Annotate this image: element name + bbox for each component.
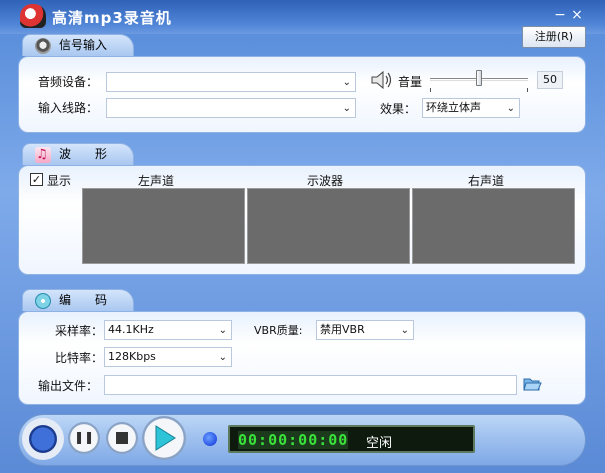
sample-rate-select[interactable]: 44.1KHz ⌄	[104, 320, 232, 340]
input-line-select[interactable]: ⌄	[106, 98, 356, 118]
app-logo-icon	[20, 4, 46, 28]
sample-rate-label: 采样率：	[55, 324, 104, 338]
chevron-down-icon: ⌄	[218, 352, 227, 363]
music-note-glyph: ♫	[36, 147, 48, 162]
pause-button[interactable]: ❚❚	[68, 422, 100, 454]
bitrate-label: 比特率：	[55, 351, 104, 365]
volume-slider-ticks	[430, 88, 528, 92]
window-title: 高清mp3录音机	[52, 9, 172, 27]
col-right-channel: 右声道	[468, 174, 505, 188]
tab-encode-label: 编 码	[59, 293, 108, 307]
volume-value: 50	[537, 71, 563, 89]
close-button[interactable]: ×	[568, 6, 586, 24]
tab-waveform[interactable]: ♫ 波 形	[22, 143, 134, 165]
status-indicator-dot	[203, 432, 217, 446]
chevron-down-icon: ⌄	[342, 103, 351, 114]
oscilloscope-display	[247, 188, 410, 264]
speaker-icon	[371, 70, 392, 90]
play-icon	[155, 425, 176, 451]
effect-label: 效果：	[380, 102, 417, 116]
lcd-display: 00:00:00:00 空闲	[228, 425, 475, 453]
timer-display: 00:00:00:00	[238, 431, 349, 449]
signal-input-panel	[18, 56, 586, 133]
chevron-down-icon: ⌄	[506, 103, 515, 114]
disc-icon	[35, 293, 51, 309]
play-button[interactable]	[142, 416, 186, 460]
stop-icon	[116, 432, 128, 444]
chevron-down-icon: ⌄	[218, 325, 227, 336]
minimize-button[interactable]: −	[551, 6, 569, 24]
sample-rate-value: 44.1KHz	[108, 323, 154, 336]
pause-icon: ❚❚	[73, 430, 95, 444]
audio-device-label: 音频设备：	[38, 75, 99, 89]
speaker-cone-icon	[35, 38, 51, 54]
register-button[interactable]: 注册(R)	[522, 26, 586, 48]
effect-value: 环绕立体声	[426, 101, 481, 114]
tab-signal-input-label: 信号输入	[59, 38, 108, 52]
volume-label: 音量	[398, 75, 423, 89]
record-button[interactable]	[22, 418, 64, 460]
volume-slider-thumb[interactable]	[476, 70, 482, 86]
tab-signal-input[interactable]: 信号输入	[22, 34, 134, 56]
bitrate-select[interactable]: 128Kbps ⌄	[104, 347, 232, 367]
audio-device-select[interactable]: ⌄	[106, 72, 356, 92]
bitrate-value: 128Kbps	[108, 350, 156, 363]
vbr-quality-label: VBR质量:	[254, 324, 303, 337]
tab-encode[interactable]: 编 码	[22, 289, 134, 311]
effect-select[interactable]: 环绕立体声 ⌄	[422, 98, 520, 118]
stop-button[interactable]	[106, 422, 138, 454]
input-line-label: 输入线路：	[38, 101, 99, 115]
col-oscilloscope: 示波器	[307, 174, 344, 188]
status-text: 空闲	[366, 436, 393, 451]
left-channel-display	[82, 188, 245, 264]
col-left-channel: 左声道	[138, 174, 175, 188]
vbr-quality-value: 禁用VBR	[320, 323, 365, 336]
right-channel-display	[412, 188, 575, 264]
tab-waveform-label: 波 形	[59, 147, 108, 161]
vbr-quality-select[interactable]: 禁用VBR ⌄	[316, 320, 414, 340]
output-file-label: 输出文件：	[38, 379, 99, 393]
chevron-down-icon: ⌄	[342, 77, 351, 88]
folder-open-icon[interactable]	[522, 373, 542, 393]
chevron-down-icon: ⌄	[400, 325, 409, 336]
show-checkbox[interactable]: ✓	[30, 173, 43, 186]
show-label: 显示	[47, 174, 72, 188]
output-file-input[interactable]	[104, 375, 517, 395]
